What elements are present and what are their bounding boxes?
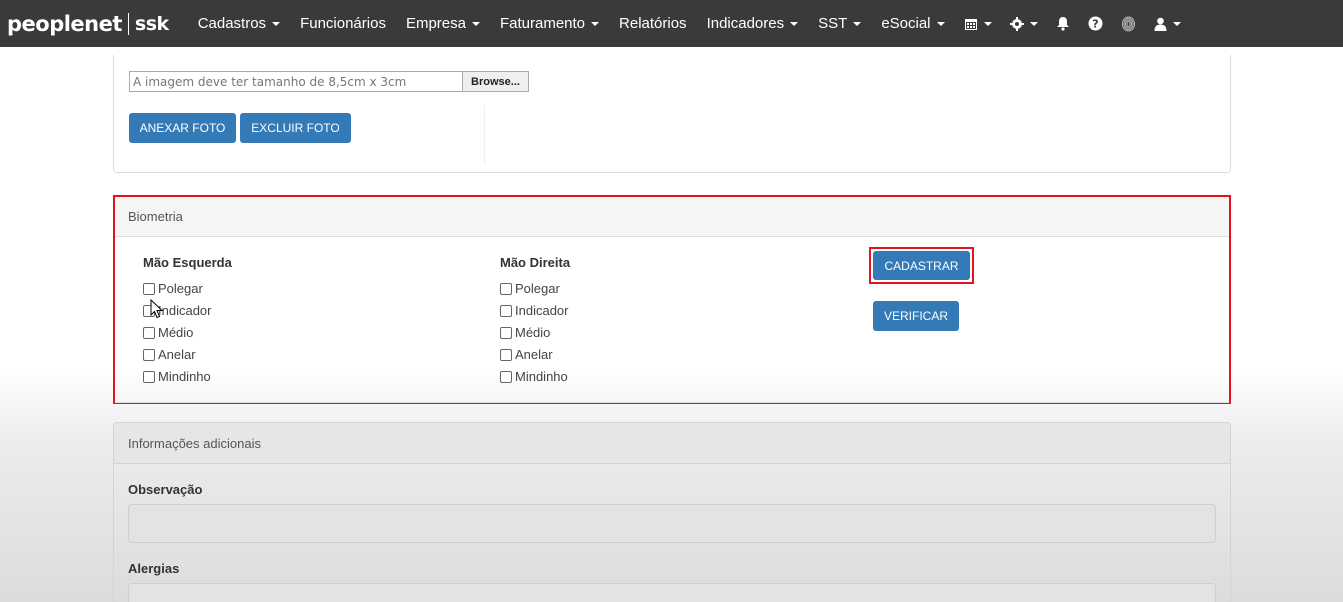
- nav-item-funcionarios[interactable]: Funcionários: [290, 0, 396, 47]
- help-button[interactable]: ?: [1079, 0, 1112, 47]
- observacao-label: Observação: [128, 482, 203, 497]
- right-hand-title: Mão Direita: [500, 255, 571, 270]
- checkbox[interactable]: [500, 282, 512, 295]
- caret-down-icon: [272, 21, 281, 26]
- help-icon: ?: [1088, 16, 1103, 31]
- right-ring-checkbox[interactable]: Anelar: [500, 347, 553, 362]
- nav-label: Empresa: [405, 15, 466, 32]
- nav-menu: Cadastros Funcionários Empresa Faturamen…: [188, 0, 1190, 47]
- settings-menu[interactable]: [1001, 0, 1047, 47]
- user-menu[interactable]: [1145, 0, 1190, 47]
- gear-icon: [1009, 16, 1024, 31]
- main-content: A imagem deve ter tamanho de 8,5cm x 3cm…: [0, 47, 1343, 602]
- verify-button[interactable]: VERIFICAR: [873, 301, 959, 331]
- caret-down-icon: [1029, 21, 1038, 26]
- checkbox[interactable]: [143, 282, 155, 295]
- nav-item-faturamento[interactable]: Faturamento: [490, 0, 609, 47]
- observacao-field[interactable]: [128, 504, 1216, 543]
- user-icon: [1154, 17, 1167, 31]
- checkbox-label: Mindinho: [158, 369, 211, 384]
- nav-label: Indicadores: [706, 15, 785, 32]
- divider: [115, 402, 1229, 403]
- checkbox-label: Polegar: [158, 281, 203, 296]
- checkbox-label: Médio: [158, 325, 194, 340]
- brand-name: peoplenet: [7, 11, 122, 36]
- nav-label: Faturamento: [499, 15, 586, 32]
- checkbox[interactable]: [143, 348, 155, 361]
- nav-item-indicadores[interactable]: Indicadores: [697, 0, 809, 47]
- delete-photo-button[interactable]: EXCLUIR FOTO: [240, 113, 351, 143]
- nav-item-empresa[interactable]: Empresa: [396, 0, 490, 47]
- left-hand-title: Mão Esquerda: [143, 255, 232, 270]
- checkbox-label: Médio: [515, 325, 551, 340]
- checkbox[interactable]: [500, 326, 512, 339]
- nav-item-sst[interactable]: SST: [808, 0, 871, 47]
- caret-down-icon: [591, 21, 600, 26]
- file-input-placeholder: A imagem deve ter tamanho de 8,5cm x 3cm: [133, 75, 407, 89]
- bell-icon: [1056, 17, 1069, 31]
- alergias-label: Alergias: [128, 561, 180, 576]
- brand-separator: [127, 12, 129, 35]
- mouse-cursor-icon: [150, 299, 164, 319]
- additional-info-header: Informações adicionais: [114, 423, 1230, 464]
- attach-photo-button[interactable]: ANEXAR FOTO: [129, 113, 236, 143]
- notifications-button[interactable]: [1047, 0, 1079, 47]
- browse-button[interactable]: Browse...: [462, 72, 528, 91]
- right-thumb-checkbox[interactable]: Polegar: [500, 281, 560, 296]
- checkbox[interactable]: [143, 326, 155, 339]
- checkbox-label: Polegar: [515, 281, 560, 296]
- additional-info-title: Informações adicionais: [128, 436, 261, 451]
- left-ring-checkbox[interactable]: Anelar: [143, 347, 196, 362]
- right-index-checkbox[interactable]: Indicador: [500, 303, 568, 318]
- caret-down-icon: [936, 21, 945, 26]
- fingerprint-icon: [1121, 16, 1135, 31]
- photo-file-input[interactable]: A imagem deve ter tamanho de 8,5cm x 3cm…: [129, 71, 529, 92]
- nav-item-esocial[interactable]: eSocial: [871, 0, 954, 47]
- divider: [484, 105, 485, 165]
- alergias-field[interactable]: [128, 583, 1216, 602]
- caret-down-icon: [1172, 21, 1181, 26]
- register-button[interactable]: CADASTRAR: [873, 251, 970, 280]
- caret-down-icon: [790, 21, 799, 26]
- left-thumb-checkbox[interactable]: Polegar: [143, 281, 203, 296]
- nav-label: Cadastros: [197, 15, 267, 32]
- calendar-menu[interactable]: [955, 0, 1001, 47]
- nav-item-cadastros[interactable]: Cadastros: [188, 0, 290, 47]
- caret-down-icon: [471, 21, 480, 26]
- svg-text:?: ?: [1092, 18, 1098, 31]
- brand-product: ssk: [134, 12, 169, 35]
- checkbox-label: Indicador: [158, 303, 212, 318]
- right-middle-checkbox[interactable]: Médio: [500, 325, 550, 340]
- fingerprint-button[interactable]: [1112, 0, 1145, 47]
- nav-label: Funcionários: [300, 15, 386, 32]
- nav-label: eSocial: [881, 15, 931, 32]
- top-navbar: peoplenet ssk Cadastros Funcionários Emp…: [0, 0, 1343, 47]
- biometria-header: Biometria: [115, 197, 1229, 237]
- caret-down-icon: [983, 21, 992, 26]
- nav-item-relatorios[interactable]: Relatórios: [609, 0, 697, 47]
- nav-label: SST: [818, 15, 848, 32]
- checkbox-label: Mindinho: [515, 369, 568, 384]
- left-pinky-checkbox[interactable]: Mindinho: [143, 369, 211, 384]
- additional-info-panel: Informações adicionais Observação Alergi…: [113, 422, 1231, 602]
- left-middle-checkbox[interactable]: Médio: [143, 325, 193, 340]
- checkbox[interactable]: [500, 370, 512, 383]
- nav-label: Relatórios: [619, 15, 687, 32]
- checkbox-label: Indicador: [515, 303, 569, 318]
- checkbox[interactable]: [143, 370, 155, 383]
- biometria-title: Biometria: [128, 209, 183, 224]
- right-pinky-checkbox[interactable]: Mindinho: [500, 369, 568, 384]
- photo-panel: A imagem deve ter tamanho de 8,5cm x 3cm…: [113, 55, 1231, 173]
- checkbox-label: Anelar: [158, 347, 196, 362]
- caret-down-icon: [853, 21, 862, 26]
- checkbox-label: Anelar: [515, 347, 553, 362]
- checkbox[interactable]: [500, 304, 512, 317]
- brand-logo[interactable]: peoplenet ssk: [0, 0, 169, 47]
- calendar-icon: [964, 18, 977, 30]
- biometria-panel: Biometria Mão Esquerda Polegar Indicador…: [113, 195, 1231, 404]
- checkbox[interactable]: [500, 348, 512, 361]
